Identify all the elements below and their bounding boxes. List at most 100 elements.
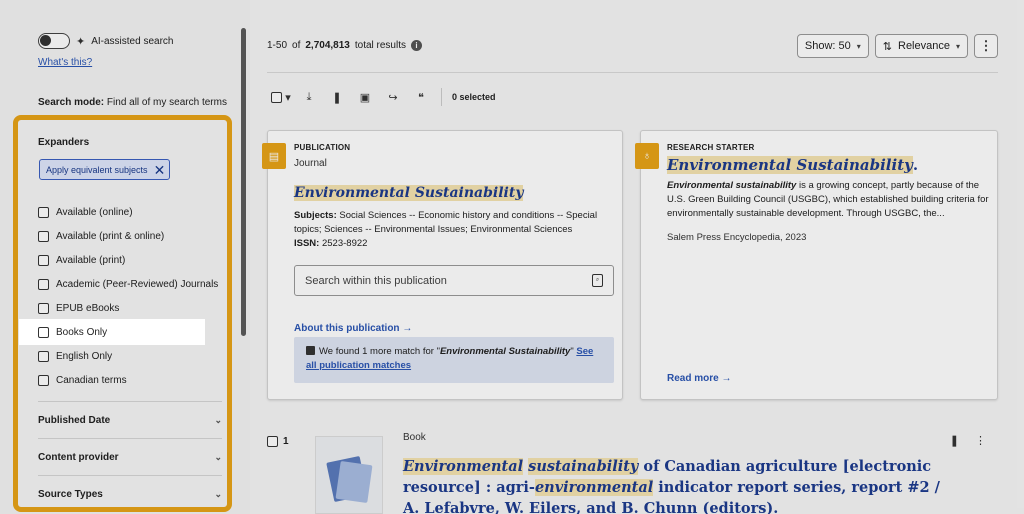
results-range: 1-50 xyxy=(267,40,288,51)
checkbox[interactable] xyxy=(38,278,49,290)
publication-type: Journal xyxy=(294,158,327,169)
desc-emphasis: Environmental sustainability xyxy=(667,180,797,191)
facet-published-date[interactable]: Published Date ⌄ xyxy=(38,401,222,438)
expander-available-print[interactable]: Available (print) xyxy=(38,248,228,272)
whats-this-link[interactable]: What's this? xyxy=(38,57,92,68)
facet-content-provider[interactable]: Content provider ⌄ xyxy=(38,438,222,475)
expander-label: Canadian terms xyxy=(56,374,127,386)
research-description: Environmental sustainability is a growin… xyxy=(667,179,992,221)
apply-equivalent-subjects-chip[interactable]: Apply equivalent subjects ✕ xyxy=(39,159,171,180)
ai-search-row: ✦ AI-assisted search xyxy=(38,33,173,49)
checkbox[interactable] xyxy=(38,254,49,266)
facet-label: Content provider xyxy=(38,451,119,463)
publication-title-link[interactable]: Environmental Sustainability xyxy=(294,185,524,201)
checkbox[interactable] xyxy=(38,302,49,314)
ai-search-toggle[interactable] xyxy=(38,33,70,49)
expander-label: EPUB eBooks xyxy=(56,302,120,314)
expander-label: Books Only xyxy=(56,326,108,338)
title-part: sustainability xyxy=(528,458,639,475)
bookmark-icon[interactable]: ❚ xyxy=(950,434,959,447)
checkbox[interactable] xyxy=(38,230,49,242)
expander-label: Available (online) xyxy=(56,206,133,218)
document-search-icon[interactable]: ⌕ xyxy=(592,274,603,287)
sparkle-icon: ✦ xyxy=(76,35,86,48)
results-total: 2,704,813 xyxy=(305,40,350,51)
read-more-link[interactable]: Read more → xyxy=(667,373,731,384)
chevron-down-icon: ⌄ xyxy=(214,451,222,462)
sort-select[interactable]: ⇅ Relevance ▾ xyxy=(874,34,968,58)
publication-details: Subjects: Social Sciences -- Economic hi… xyxy=(294,209,614,251)
header-divider xyxy=(267,72,998,73)
chevron-down-icon: ⌄ xyxy=(214,488,222,499)
research-title-link[interactable]: Environmental Sustainability xyxy=(667,156,913,174)
cite-icon[interactable]: ❝ xyxy=(407,91,435,104)
info-icon[interactable]: i xyxy=(411,40,422,51)
expander-english-only[interactable]: English Only xyxy=(38,344,228,368)
about-publication-link[interactable]: About this publication → xyxy=(294,323,412,334)
folder-icon[interactable]: ▣ xyxy=(351,91,379,104)
title-suffix: . xyxy=(912,156,919,174)
select-all-checkbox[interactable]: ▾ xyxy=(267,91,295,104)
caret-down-icon[interactable]: ▾ xyxy=(285,91,291,104)
result-type: Book xyxy=(403,432,426,443)
checkbox[interactable] xyxy=(38,326,49,338)
expander-academic-journals[interactable]: Academic (Peer-Reviewed) Journals xyxy=(38,272,228,296)
expander-available-print-online[interactable]: Available (print & online) xyxy=(38,224,228,248)
issn-label: ISSN: xyxy=(294,238,320,249)
share-icon[interactable]: ↪ xyxy=(379,91,407,104)
download-icon[interactable]: ⤓ xyxy=(295,91,323,104)
research-title: Environmental Sustainability. xyxy=(667,156,918,174)
sort-label: Relevance xyxy=(898,40,950,52)
search-mode-label: Search mode: xyxy=(38,97,105,108)
research-source: Salem Press Encyclopedia, 2023 xyxy=(667,232,807,243)
info-square-icon xyxy=(306,346,315,355)
subjects-value: Social Sciences -- Economic history and … xyxy=(294,210,598,235)
chevron-down-icon: ▾ xyxy=(955,41,960,51)
issn-value: 2523-8922 xyxy=(321,238,368,249)
book-cover-thumbnail[interactable] xyxy=(315,436,383,514)
expander-epub-ebooks[interactable]: EPUB eBooks xyxy=(38,296,228,320)
result-item: 1 Book Environmental sustainability of C… xyxy=(267,430,998,514)
show-per-page-select[interactable]: Show: 50 ▾ xyxy=(796,34,869,58)
result-controls: Show: 50 ▾ ⇅ Relevance ▾ ⋮ xyxy=(796,34,998,58)
checkbox[interactable] xyxy=(267,436,278,447)
title-part: environmental xyxy=(534,479,654,496)
expander-books-only[interactable]: Books Only xyxy=(20,320,204,344)
expander-label: Available (print & online) xyxy=(56,230,165,242)
chip-label: Apply equivalent subjects xyxy=(46,164,148,175)
search-mode-value: Find all of my search terms xyxy=(106,97,227,108)
chevron-down-icon: ⌄ xyxy=(214,414,222,425)
results-of: of xyxy=(292,40,301,51)
more-options-icon[interactable]: ⋮ xyxy=(974,34,998,58)
facet-label: Published Date xyxy=(38,414,111,426)
bookmark-icon[interactable]: ❚ xyxy=(323,91,351,104)
search-within-publication-input[interactable]: Search within this publication ⌕ xyxy=(294,265,614,296)
checkbox[interactable] xyxy=(38,350,49,362)
result-title-link[interactable]: Environmental sustainability of Canadian… xyxy=(403,456,943,514)
expander-label: Academic (Peer-Reviewed) Journals xyxy=(56,278,219,290)
expander-canadian-terms[interactable]: Canadian terms xyxy=(38,368,228,392)
expanders-title: Expanders xyxy=(38,137,90,148)
lightbulb-icon: ♁ xyxy=(635,143,659,169)
result-number: 1 xyxy=(283,436,289,447)
book-page-icon xyxy=(335,460,373,504)
sort-icon: ⇅ xyxy=(882,40,892,53)
expander-available-online[interactable]: Available (online) xyxy=(38,200,228,224)
close-icon[interactable]: ✕ xyxy=(154,163,166,177)
sidebar-scrollbar[interactable] xyxy=(241,28,246,336)
more-options-icon[interactable]: ⋮ xyxy=(975,434,986,447)
facet-source-types[interactable]: Source Types ⌄ xyxy=(38,475,222,512)
search-within-placeholder: Search within this publication xyxy=(305,274,447,287)
toolbar-separator xyxy=(441,88,442,106)
checkbox[interactable] xyxy=(38,206,49,218)
ai-search-label: AI-assisted search xyxy=(91,35,174,47)
publication-icon: ▤ xyxy=(262,143,286,169)
publication-card: ▤ PUBLICATION Journal Environmental Sust… xyxy=(262,130,623,400)
expander-label: English Only xyxy=(56,350,113,362)
checkbox[interactable] xyxy=(38,374,49,386)
result-actions: ❚ ⋮ xyxy=(950,434,986,447)
facet-label: Source Types xyxy=(38,488,103,500)
checkbox[interactable] xyxy=(271,91,283,103)
result-select[interactable]: 1 xyxy=(267,436,289,447)
about-link-label: About this publication xyxy=(294,323,400,334)
